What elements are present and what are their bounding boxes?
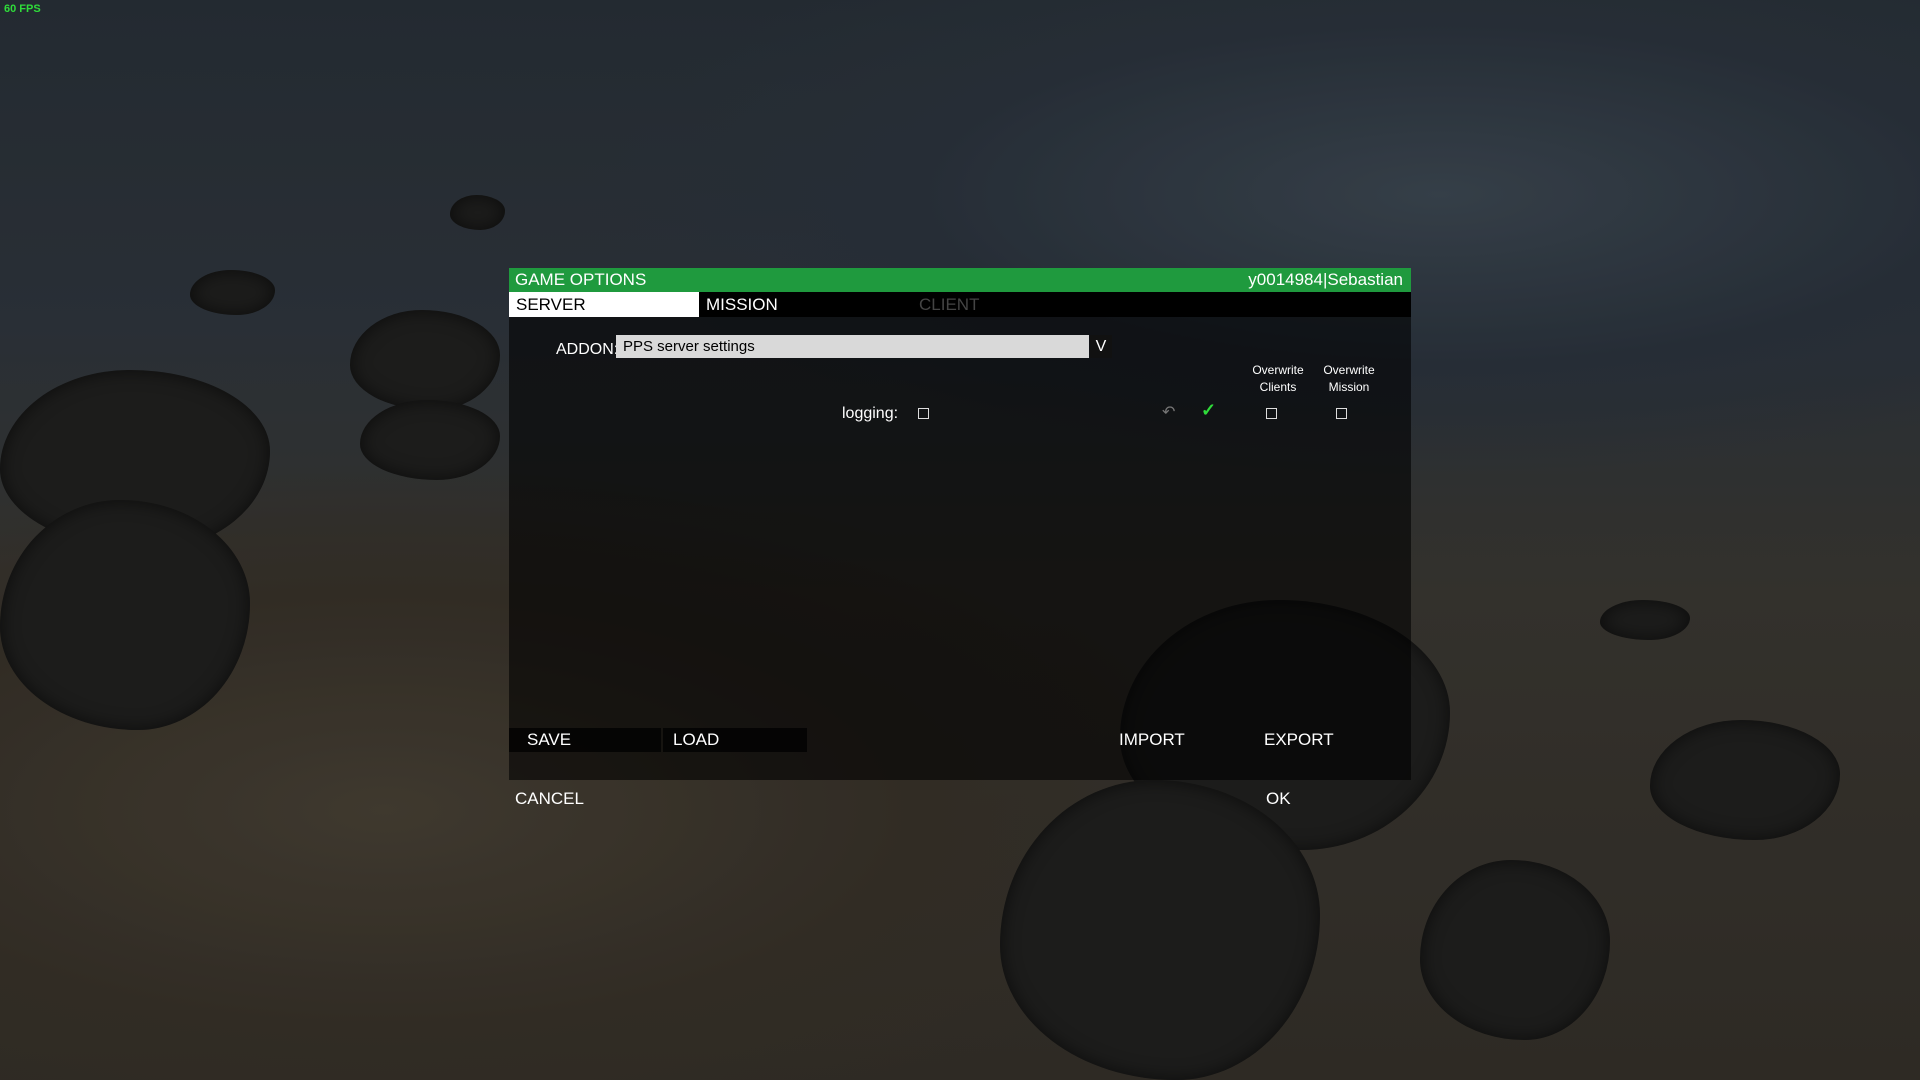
rock (190, 270, 275, 315)
column-header-line: Overwrite (1252, 363, 1304, 377)
fps-counter: 60 FPS (4, 3, 41, 15)
load-button[interactable]: LOAD (663, 728, 807, 752)
title-bar: GAME OPTIONS y0014984|Sebastian (509, 268, 1411, 292)
chevron-down-icon[interactable]: V (1090, 335, 1112, 358)
dialog-title: GAME OPTIONS (515, 270, 647, 289)
reset-default-icon[interactable]: ↶ (1162, 402, 1175, 422)
tab-mission[interactable]: MISSION (699, 292, 889, 317)
overwrite-clients-checkbox[interactable] (1266, 408, 1277, 419)
options-panel: ADDON: PPS server settings V Overwrite C… (509, 317, 1411, 780)
rock (1650, 720, 1840, 840)
cancel-button[interactable]: CANCEL (509, 787, 659, 811)
rock (360, 400, 500, 480)
rock (350, 310, 500, 410)
column-header-line: Clients (1259, 380, 1297, 394)
column-header-line: Mission (1328, 380, 1370, 394)
overwrite-mission-header: Overwrite Mission (1314, 362, 1384, 396)
addon-label: ADDON: (556, 341, 619, 358)
rock (450, 195, 505, 230)
ok-button[interactable]: OK (1260, 787, 1400, 811)
tab-server[interactable]: SERVER (509, 292, 699, 317)
export-button[interactable]: EXPORT (1254, 728, 1394, 752)
import-button[interactable]: IMPORT (1109, 728, 1249, 752)
tab-client: CLIENT (919, 295, 980, 314)
setting-label-logging: logging: (842, 405, 899, 422)
addon-select[interactable]: PPS server settings (616, 335, 1089, 358)
logging-checkbox[interactable] (918, 408, 929, 419)
column-header-line: Overwrite (1323, 363, 1375, 377)
overwrite-clients-header: Overwrite Clients (1243, 362, 1313, 396)
user-name: y0014984|Sebastian (1248, 270, 1403, 289)
rock (1420, 860, 1610, 1040)
save-button[interactable]: SAVE (509, 728, 661, 752)
rock (0, 500, 250, 730)
checkmark-icon: ✓ (1201, 400, 1217, 420)
rock (1600, 600, 1690, 640)
game-options-dialog: GAME OPTIONS y0014984|Sebastian SERVER M… (509, 268, 1411, 808)
tab-bar: SERVER MISSION CLIENT (509, 292, 1411, 317)
rock (1000, 780, 1320, 1080)
overwrite-mission-checkbox[interactable] (1336, 408, 1347, 419)
